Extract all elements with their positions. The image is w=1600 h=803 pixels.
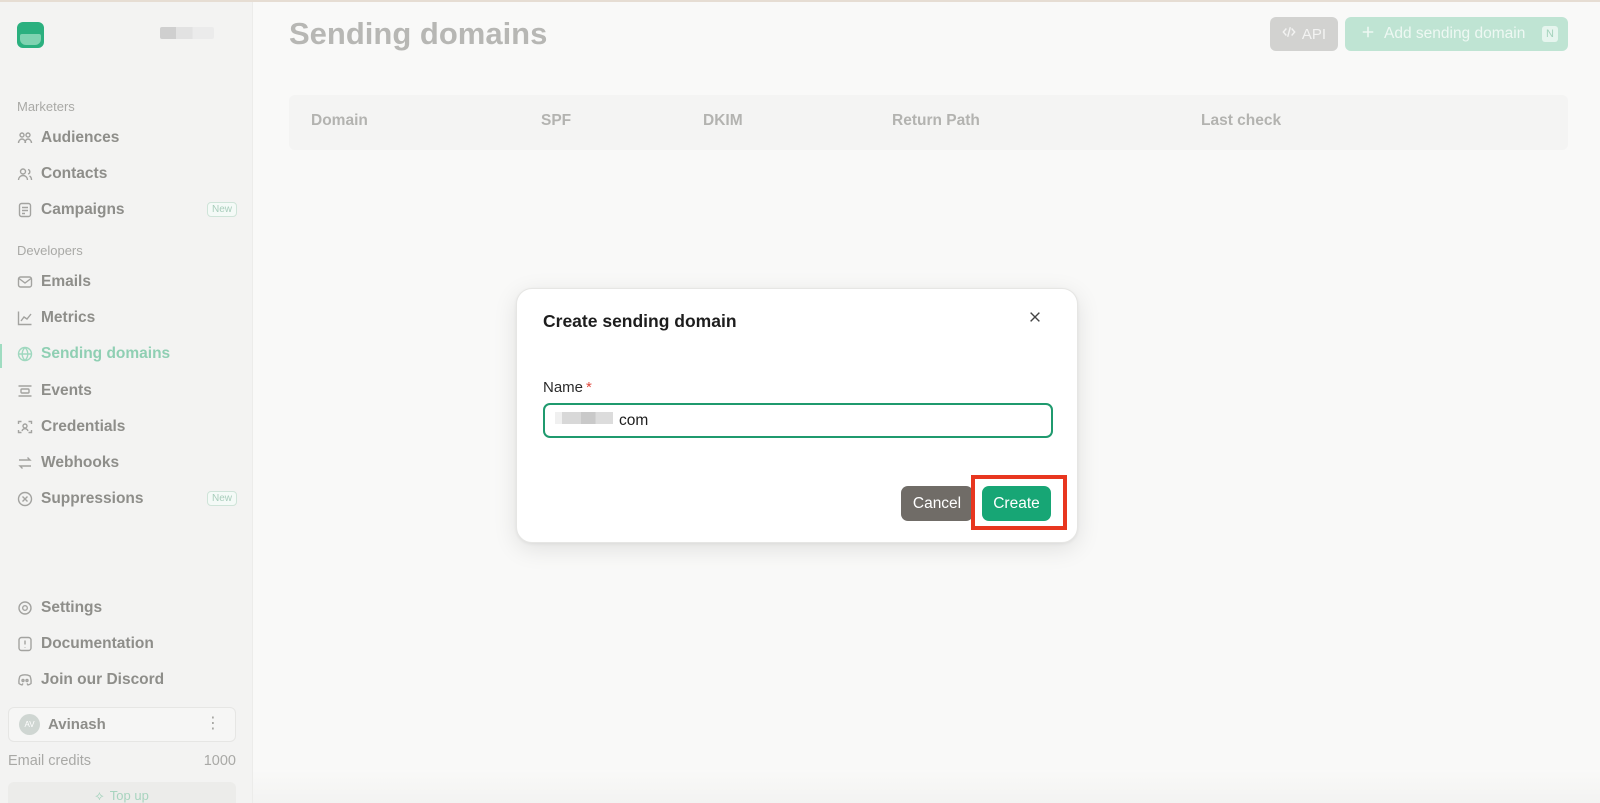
user-menu[interactable]: AV Avinash ⋮ <box>8 707 236 742</box>
add-label: Add sending domain <box>1384 25 1526 42</box>
logo-icon[interactable] <box>17 22 44 48</box>
create-button[interactable]: Create <box>982 486 1051 521</box>
sidebar-item-label: Campaigns <box>41 201 125 218</box>
globe-icon <box>17 346 33 362</box>
campaigns-icon <box>17 202 33 218</box>
plus-icon <box>1361 25 1375 44</box>
sidebar-item-label: Contacts <box>41 165 108 182</box>
add-sending-domain-button[interactable]: Add sending domain N <box>1345 17 1568 51</box>
code-icon <box>1282 25 1296 43</box>
gear-icon <box>17 600 33 616</box>
create-sending-domain-dialog: Create sending domain Name* Cancel Creat… <box>516 288 1078 543</box>
section-label-marketers: Marketers <box>17 99 75 114</box>
chart-line-icon <box>17 310 33 326</box>
column-header-return-path[interactable]: Return Path <box>892 112 980 130</box>
suppressions-icon <box>17 491 33 507</box>
sidebar-item-label: Webhooks <box>41 454 120 471</box>
page-title: Sending domains <box>289 16 548 51</box>
sidebar-item-sending-domains[interactable]: Sending domains <box>17 342 237 366</box>
top-border <box>0 0 1600 2</box>
sidebar-item-suppressions[interactable]: Suppressions New <box>17 487 237 511</box>
sidebar-item-settings[interactable]: Settings <box>17 596 237 620</box>
sidebar-item-documentation[interactable]: Documentation <box>17 632 237 656</box>
tag-icon: ⟡ <box>95 788 104 803</box>
sidebar-item-label: Join our Discord <box>41 671 165 688</box>
credits-value: 1000 <box>203 753 236 769</box>
column-header-last-check[interactable]: Last check <box>1201 112 1281 130</box>
user-name: Avinash <box>48 716 106 733</box>
close-icon <box>1028 310 1042 329</box>
sidebar-item-credentials[interactable]: Credentials <box>17 415 237 439</box>
keyboard-shortcut: N <box>1542 26 1558 42</box>
contacts-icon <box>17 166 33 182</box>
sidebar-item-label: Documentation <box>41 635 154 652</box>
column-header-domain[interactable]: Domain <box>311 112 368 130</box>
sidebar-item-label: Suppressions <box>41 490 144 507</box>
events-icon <box>17 383 33 399</box>
api-label: API <box>1301 25 1327 43</box>
cancel-button[interactable]: Cancel <box>901 486 973 521</box>
sidebar-item-label: Metrics <box>41 309 96 326</box>
discord-icon <box>17 672 33 688</box>
close-button[interactable] <box>1023 307 1047 331</box>
sidebar-item-metrics[interactable]: Metrics <box>17 306 237 330</box>
sidebar-item-label: Audiences <box>41 129 120 146</box>
new-badge: New <box>206 491 237 506</box>
sidebar-item-emails[interactable]: Emails <box>17 270 237 294</box>
name-label-text: Name <box>543 379 584 396</box>
sidebar-item-audiences[interactable]: Audiences <box>17 126 237 150</box>
domain-name-input[interactable] <box>543 403 1053 438</box>
bottom-fade <box>253 770 1600 803</box>
active-indicator <box>0 344 2 368</box>
avatar: AV <box>19 714 40 735</box>
more-vertical-icon[interactable]: ⋮ <box>205 716 221 732</box>
column-header-spf[interactable]: SPF <box>541 112 571 130</box>
top-up-label: Top up <box>109 788 149 803</box>
mail-icon <box>17 274 33 290</box>
sidebar-item-events[interactable]: Events <box>17 379 237 403</box>
credits-label: Email credits <box>8 753 91 769</box>
sidebar-item-webhooks[interactable]: Webhooks <box>17 451 237 475</box>
sidebar-item-label: Events <box>41 382 92 399</box>
section-label-developers: Developers <box>17 243 83 258</box>
sidebar-item-campaigns[interactable]: Campaigns New <box>17 198 237 222</box>
sidebar-item-label: Emails <box>41 273 91 290</box>
email-credits: Email credits 1000 <box>8 753 236 769</box>
sidebar: Marketers Audiences Contacts Campaigns N… <box>0 0 253 803</box>
new-badge: New <box>206 202 237 217</box>
api-button[interactable]: API <box>1270 17 1338 51</box>
top-up-button[interactable]: ⟡ Top up <box>8 782 236 803</box>
required-asterisk: * <box>586 379 592 396</box>
column-header-dkim[interactable]: DKIM <box>703 112 743 130</box>
workspace-name-redacted[interactable] <box>160 27 214 39</box>
domains-table-header: Domain SPF DKIM Return Path Last check <box>289 95 1568 150</box>
sidebar-item-label: Settings <box>41 599 103 616</box>
name-field-label: Name * <box>543 379 592 396</box>
documentation-icon <box>17 636 33 652</box>
sidebar-item-label: Credentials <box>41 418 126 435</box>
sidebar-item-label: Sending domains <box>41 345 171 362</box>
sidebar-item-discord[interactable]: Join our Discord <box>17 668 237 692</box>
dialog-title: Create sending domain <box>543 311 737 331</box>
webhooks-icon <box>17 455 33 471</box>
sidebar-item-contacts[interactable]: Contacts <box>17 162 237 186</box>
audiences-icon <box>17 130 33 146</box>
credentials-icon <box>17 419 33 435</box>
